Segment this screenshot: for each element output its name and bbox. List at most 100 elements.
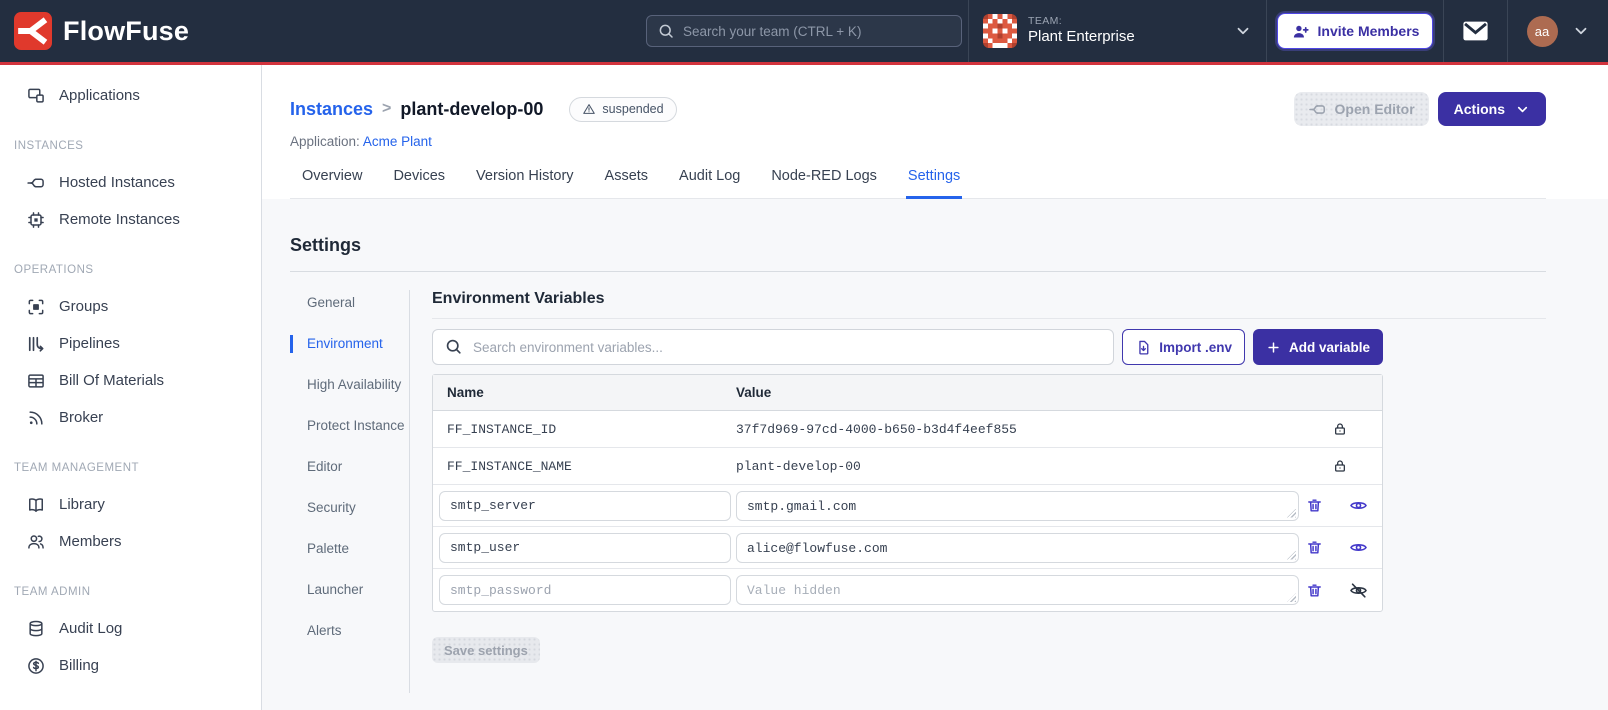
table-row <box>433 569 1382 611</box>
page-title: Settings <box>290 235 362 255</box>
sidebar-item-groups[interactable]: Groups <box>0 288 261 325</box>
settings-nav-protect-instance[interactable]: Protect Instance <box>290 417 409 435</box>
broadcast-icon <box>26 408 46 428</box>
brand[interactable]: FlowFuse <box>0 0 189 62</box>
sidebar-item-remote-instances[interactable]: Remote Instances <box>0 201 261 238</box>
team-text: TEAM: Plant Enterprise <box>1028 15 1135 47</box>
team-selector[interactable]: TEAM: Plant Enterprise <box>968 0 1266 62</box>
breadcrumb-instances-link[interactable]: Instances <box>290 99 373 120</box>
toggle-visibility-button[interactable] <box>1349 538 1368 557</box>
add-variable-button[interactable]: Add variable <box>1252 329 1383 365</box>
open-editor-label: Open Editor <box>1334 101 1415 117</box>
sidebar-item-label: Remote Instances <box>59 211 180 228</box>
tab-audit-log[interactable]: Audit Log <box>677 164 742 199</box>
env-var-value: plant-develop-00 <box>736 458 861 474</box>
sidebar-section-instances: INSTANCES <box>14 140 84 152</box>
sidebar: Applications INSTANCES Hosted Instances … <box>0 65 262 710</box>
team-search <box>646 15 962 47</box>
env-variables-table: Name Value FF_INSTANCE_ID 37f7d969-97cd-… <box>432 374 1383 612</box>
sidebar-item-label: Members <box>59 533 122 550</box>
flowfuse-logo-icon <box>14 12 52 50</box>
envelope-icon <box>1462 20 1489 42</box>
dollar-circle-icon <box>26 656 46 676</box>
sidebar-item-label: Groups <box>59 298 109 315</box>
sidebar-item-bill-of-materials[interactable]: Bill Of Materials <box>0 362 261 399</box>
sidebar-item-label: Audit Log <box>59 620 123 637</box>
sidebar-item-hosted-instances[interactable]: Hosted Instances <box>0 164 261 201</box>
chevron-down-icon <box>1572 22 1590 40</box>
env-search-input[interactable] <box>432 329 1115 365</box>
top-navbar: FlowFuse TEAM: Plant Enterprise <box>0 0 1608 62</box>
tab-devices[interactable]: Devices <box>391 164 447 199</box>
open-editor-button[interactable]: Open Editor <box>1293 92 1429 126</box>
sidebar-item-label: Bill Of Materials <box>59 372 165 389</box>
env-var-value-input[interactable]: alice@flowfuse.com <box>736 532 1299 563</box>
env-var-value-input[interactable] <box>736 575 1299 605</box>
tab-node-red-logs[interactable]: Node-RED Logs <box>769 164 879 199</box>
lock-icon <box>1298 458 1382 474</box>
delete-variable-button[interactable] <box>1306 539 1323 556</box>
user-plus-icon <box>1291 22 1310 41</box>
actions-button[interactable]: Actions <box>1437 92 1546 126</box>
env-var-value-wrap: alice@flowfuse.com <box>736 532 1299 563</box>
pipelines-icon <box>26 334 46 354</box>
toggle-visibility-button[interactable] <box>1349 581 1368 600</box>
table-header: Name Value <box>433 375 1382 411</box>
settings-nav-environment[interactable]: Environment <box>290 335 409 353</box>
sidebar-item-library[interactable]: Library <box>0 486 261 523</box>
settings-nav-high-availability[interactable]: High Availability <box>290 376 409 394</box>
status-badge-label: suspended <box>602 102 664 116</box>
chevron-down-icon <box>1234 22 1252 40</box>
import-env-button[interactable]: Import .env <box>1122 329 1245 365</box>
sidebar-item-audit-log[interactable]: Audit Log <box>0 610 261 647</box>
env-var-value: 37f7d969-97cd-4000-b650-b3d4f4eef855 <box>736 421 1017 437</box>
breadcrumb-instance-name: plant-develop-00 <box>400 98 544 119</box>
settings-nav-editor[interactable]: Editor <box>290 458 409 476</box>
users-icon <box>26 532 46 552</box>
tab-settings[interactable]: Settings <box>905 164 963 199</box>
team-avatar <box>983 14 1017 48</box>
env-var-value-wrap <box>736 575 1299 605</box>
env-var-name-input[interactable] <box>439 532 731 563</box>
toggle-visibility-button[interactable] <box>1349 496 1368 515</box>
delete-variable-button[interactable] <box>1306 497 1323 514</box>
settings-nav-palette[interactable]: Palette <box>290 540 409 558</box>
sidebar-item-billing[interactable]: Billing <box>0 647 261 684</box>
team-search-input[interactable] <box>646 15 962 47</box>
sidebar-item-label: Broker <box>59 409 104 426</box>
tab-version-history[interactable]: Version History <box>474 164 576 199</box>
application-link[interactable]: Acme Plant <box>363 134 432 149</box>
settings-nav-alerts[interactable]: Alerts <box>290 622 409 640</box>
invite-members-button[interactable]: Invite Members <box>1276 13 1434 49</box>
sidebar-item-label: Hosted Instances <box>59 174 175 191</box>
brand-name: FlowFuse <box>63 15 190 46</box>
cpu-chip-icon <box>26 210 46 230</box>
save-settings-button[interactable]: Save settings <box>432 637 540 663</box>
applications-icon <box>26 86 46 106</box>
sidebar-section-operations: OPERATIONS <box>14 264 94 276</box>
column-header-name: Name <box>447 385 484 400</box>
invite-section: Invite Members <box>1266 0 1443 62</box>
trash-icon <box>1306 539 1323 556</box>
env-var-value-input[interactable]: smtp.gmail.com <box>736 490 1299 521</box>
settings-nav-security[interactable]: Security <box>290 499 409 517</box>
breadcrumb-separator: > <box>382 100 392 117</box>
tab-assets[interactable]: Assets <box>603 164 651 199</box>
env-var-name-input[interactable] <box>439 575 731 605</box>
notifications-button[interactable] <box>1443 0 1507 62</box>
sidebar-item-broker[interactable]: Broker <box>0 399 261 436</box>
plus-icon <box>1266 340 1281 355</box>
sidebar-item-members[interactable]: Members <box>0 523 261 560</box>
sidebar-item-pipelines[interactable]: Pipelines <box>0 325 261 362</box>
tab-overview[interactable]: Overview <box>300 164 364 199</box>
settings-nav-launcher[interactable]: Launcher <box>290 581 409 599</box>
trash-icon <box>1306 497 1323 514</box>
env-var-value-wrap: smtp.gmail.com <box>736 490 1299 521</box>
env-var-name-input[interactable] <box>439 490 731 521</box>
sidebar-item-applications[interactable]: Applications <box>0 77 261 114</box>
search-icon <box>444 337 463 356</box>
user-menu[interactable]: aa <box>1507 0 1608 62</box>
instance-tabs: Overview Devices Version History Assets … <box>290 164 1546 199</box>
delete-variable-button[interactable] <box>1306 582 1323 599</box>
settings-nav-general[interactable]: General <box>290 294 409 312</box>
